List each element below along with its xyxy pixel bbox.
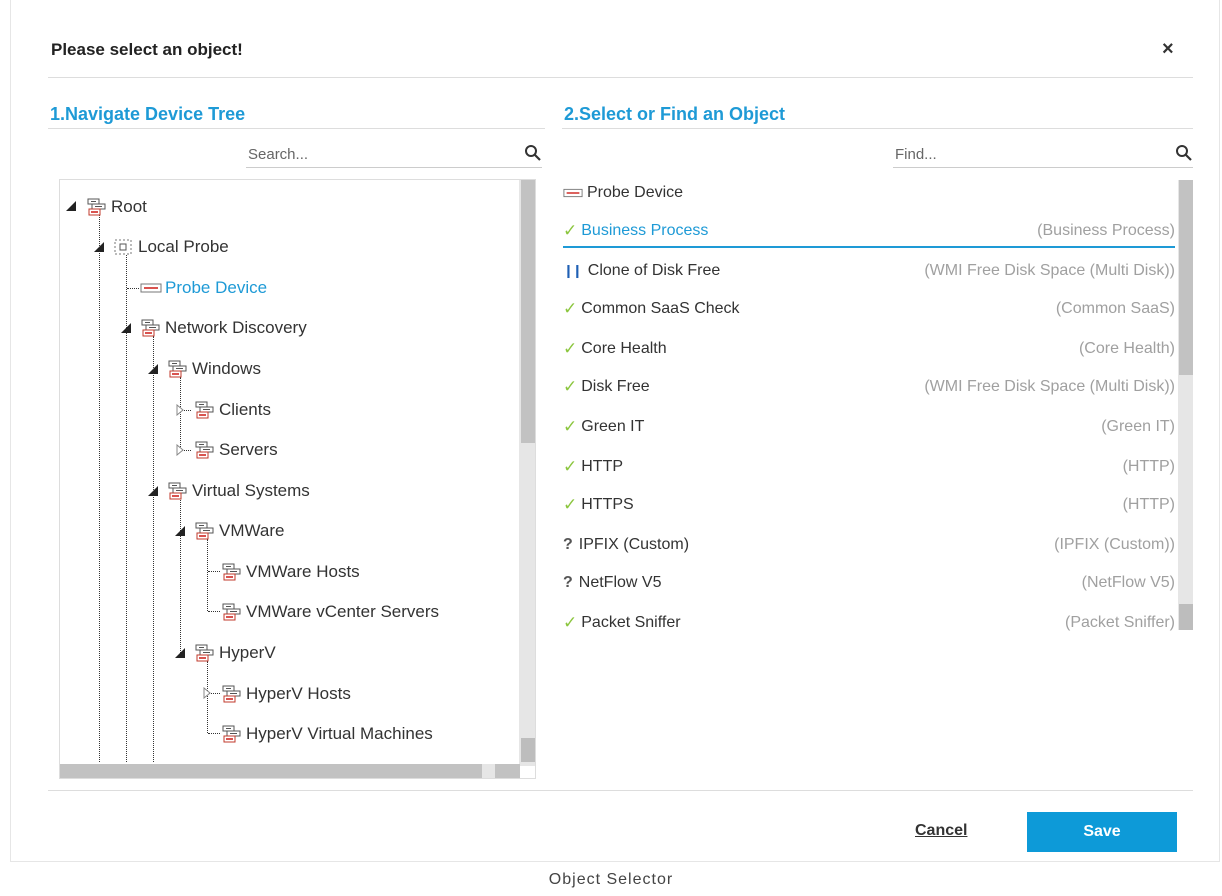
check-icon: ✓ — [563, 457, 578, 476]
search-icon[interactable] — [524, 144, 542, 162]
cancel-button[interactable]: Cancel — [915, 822, 967, 840]
question-icon: ? — [563, 574, 573, 591]
tree-hscrollbar-track[interactable] — [482, 764, 495, 778]
object-find-field[interactable] — [893, 142, 1193, 168]
group-icon — [221, 725, 243, 743]
check-icon: ✓ — [563, 221, 578, 240]
group-icon — [194, 441, 216, 459]
collapse-toggle-icon[interactable] — [146, 484, 160, 498]
tree-node-root[interactable]: Root — [86, 196, 147, 218]
probe-icon — [113, 238, 135, 256]
expand-toggle-icon[interactable] — [201, 687, 213, 699]
check-icon: ✓ — [563, 339, 578, 358]
check-icon: ✓ — [563, 495, 578, 514]
object-section-divider — [562, 128, 1193, 129]
tree-connector — [208, 611, 220, 612]
tree-connector — [180, 498, 181, 653]
tree-node-vmware[interactable]: VMWare — [194, 520, 285, 542]
list-item[interactable]: ✓ Core Health (Core Health) — [563, 334, 1175, 364]
tree-node-probe-device[interactable]: Probe Device — [140, 277, 267, 299]
expand-toggle-icon[interactable] — [174, 404, 186, 416]
list-item[interactable]: ✓ Green IT (Green IT) — [563, 412, 1175, 442]
tree-node-hyperv[interactable]: HyperV — [194, 642, 276, 664]
collapse-toggle-icon[interactable] — [173, 646, 187, 660]
tree-node-virtual-systems[interactable]: Virtual Systems — [167, 480, 310, 502]
group-icon — [86, 198, 108, 216]
tree-connector — [207, 539, 208, 611]
list-item[interactable]: ✓ HTTP (HTTP) — [563, 452, 1175, 482]
footer-divider — [48, 790, 1193, 791]
expand-toggle-icon[interactable] — [174, 444, 186, 456]
probe-device-icon — [140, 283, 162, 293]
group-icon — [167, 360, 189, 378]
tree-node-windows[interactable]: Windows — [167, 358, 261, 380]
tree-node-local-probe[interactable]: Local Probe — [113, 236, 229, 258]
figure-caption: Object Selector — [548, 871, 674, 888]
tree-section-divider — [48, 128, 545, 129]
collapse-toggle-icon[interactable] — [173, 524, 187, 538]
dialog-title: Please select an object! — [51, 40, 243, 59]
tree-hscrollbar-thumb[interactable] — [60, 764, 520, 778]
tree-connector — [153, 336, 154, 762]
tree-connector — [127, 288, 139, 289]
list-item[interactable]: ✓ Packet Sniffer (Packet Sniffer) — [563, 608, 1175, 638]
save-button[interactable]: Save — [1027, 812, 1177, 852]
tree-search-input[interactable] — [246, 142, 428, 166]
object-find-input[interactable] — [893, 142, 1075, 166]
tree-connector — [208, 733, 220, 734]
tree-search-field[interactable] — [246, 142, 542, 168]
list-item[interactable]: ? IPFIX (Custom) (IPFIX (Custom)) — [563, 530, 1175, 560]
tree-connector — [208, 571, 220, 572]
list-item[interactable]: ❙❙ Clone of Disk Free (WMI Free Disk Space… — [563, 256, 1175, 286]
close-icon[interactable]: × — [1162, 38, 1174, 61]
tree-node-hyperv-virtual-machines[interactable]: HyperV Virtual Machines — [221, 723, 433, 745]
tree-node-servers[interactable]: Servers — [194, 439, 278, 461]
search-icon[interactable] — [1175, 144, 1193, 162]
group-icon — [194, 644, 216, 662]
tree-node-vmware-vcenter-servers[interactable]: VMWare vCenter Servers — [221, 601, 439, 623]
pause-icon: ❙❙ — [563, 263, 583, 278]
list-header-probe-device[interactable]: Probe Device — [563, 178, 1175, 208]
group-icon — [167, 482, 189, 500]
tree-scrollbar-down[interactable] — [521, 738, 535, 762]
check-icon: ✓ — [563, 377, 578, 396]
group-icon — [140, 319, 162, 337]
list-item[interactable]: ✓ Disk Free (WMI Free Disk Space (Multi Di… — [563, 372, 1175, 402]
group-icon — [221, 563, 243, 581]
check-icon: ✓ — [563, 417, 578, 436]
tree-node-clients[interactable]: Clients — [194, 399, 271, 421]
tree-scrollbar-thumb[interactable] — [521, 180, 535, 443]
probe-device-icon — [563, 188, 583, 198]
list-item[interactable]: ✓ Business Process (Business Process) — [563, 216, 1175, 248]
collapse-toggle-icon[interactable] — [64, 199, 78, 213]
list-item[interactable]: ? NetFlow V5 (NetFlow V5) — [563, 568, 1175, 598]
group-icon — [221, 685, 243, 703]
list-item[interactable]: ✓ Common SaaS Check (Common SaaS) — [563, 294, 1175, 324]
tree-connector — [99, 212, 100, 762]
header-divider — [48, 77, 1193, 78]
check-icon: ✓ — [563, 299, 578, 318]
collapse-toggle-icon[interactable] — [92, 240, 106, 254]
list-item[interactable]: ✓ HTTPS (HTTP) — [563, 490, 1175, 520]
check-icon: ✓ — [563, 613, 578, 632]
group-icon — [221, 603, 243, 621]
collapse-toggle-icon[interactable] — [119, 321, 133, 335]
tree-node-network-discovery[interactable]: Network Discovery — [140, 317, 307, 339]
collapse-toggle-icon[interactable] — [146, 362, 160, 376]
group-icon — [194, 522, 216, 540]
tree-node-hyperv-hosts[interactable]: HyperV Hosts — [221, 683, 351, 705]
object-section-title: 2.Select or Find an Object — [564, 104, 786, 124]
list-scrollbar-thumb[interactable] — [1179, 180, 1193, 375]
list-scrollbar-down[interactable] — [1179, 604, 1193, 630]
tree-section-title: 1.Navigate Device Tree — [50, 104, 246, 124]
tree-node-vmware-hosts[interactable]: VMWare Hosts — [221, 561, 360, 583]
group-icon — [194, 401, 216, 419]
question-icon: ? — [563, 536, 573, 553]
